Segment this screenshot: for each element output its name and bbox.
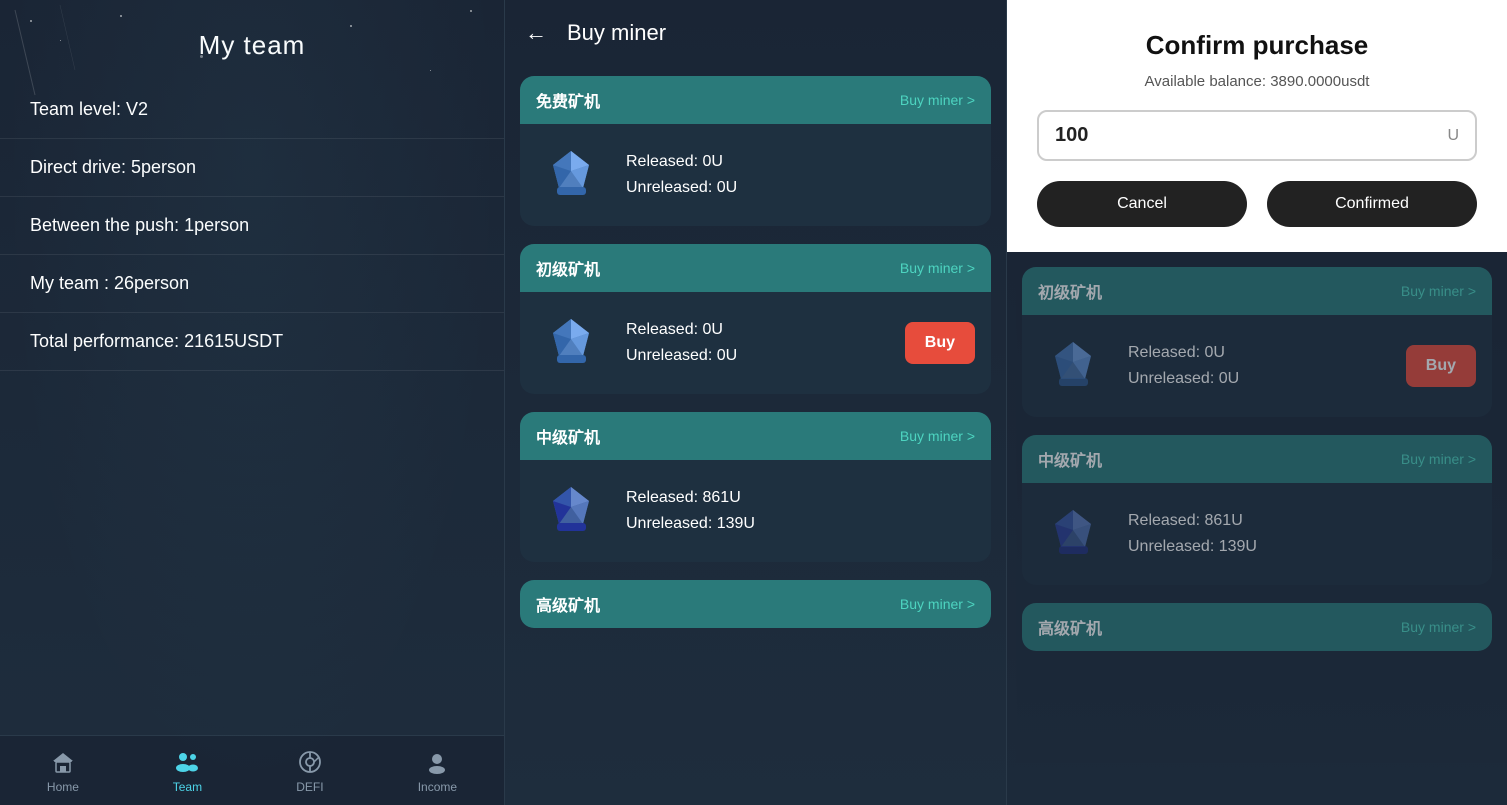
bg-miner-basic-buy-button: Buy bbox=[1406, 345, 1476, 387]
bg-miner-basic-unreleased: Unreleased: 0U bbox=[1128, 370, 1386, 388]
confirm-amount-input[interactable] bbox=[1055, 124, 1447, 147]
stat-total-performance: Total performance: 21615USDT bbox=[0, 313, 504, 371]
miner-advanced-buy-link[interactable]: Buy miner > bbox=[900, 596, 975, 612]
miner-title: Buy miner bbox=[567, 20, 666, 46]
nav-defi[interactable]: DEFI bbox=[296, 748, 324, 794]
bg-miner-basic-header: 初级矿机 Buy miner > bbox=[1022, 267, 1492, 315]
miner-basic-buy-link[interactable]: Buy miner > bbox=[900, 260, 975, 276]
buy-miner-panel: ← Buy miner 免费矿机 Buy miner > bbox=[505, 0, 1007, 805]
bg-miner-basic-body: Released: 0U Unreleased: 0U Buy bbox=[1022, 315, 1492, 417]
bg-miner-mid-unreleased: Unreleased: 139U bbox=[1128, 538, 1476, 556]
miner-card-free: 免费矿机 Buy miner > Released: 0U bbox=[520, 76, 991, 226]
confirm-input-row: U bbox=[1037, 110, 1477, 161]
confirm-title: Confirm purchase bbox=[1037, 30, 1477, 61]
miner-free-released: Released: 0U bbox=[626, 153, 975, 171]
income-icon bbox=[423, 748, 451, 776]
bg-miner-mid-icon bbox=[1038, 499, 1108, 569]
bg-miner-mid-released: Released: 861U bbox=[1128, 512, 1476, 530]
confirm-actions: Cancel Confirmed bbox=[1037, 181, 1477, 227]
bg-miner-advanced-header: 高级矿机 Buy miner > bbox=[1022, 603, 1492, 651]
stat-direct-drive: Direct drive: 5person bbox=[0, 139, 504, 197]
bg-miner-basic-info: Released: 0U Unreleased: 0U bbox=[1128, 344, 1386, 388]
team-icon bbox=[173, 748, 201, 776]
miner-card-advanced-header: 高级矿机 Buy miner > bbox=[520, 580, 991, 628]
stat-my-team: My team : 26person bbox=[0, 255, 504, 313]
nav-income[interactable]: Income bbox=[418, 748, 457, 794]
stat-between-push: Between the push: 1person bbox=[0, 197, 504, 255]
bg-miner-basic-icon bbox=[1038, 331, 1108, 401]
nav-team[interactable]: Team bbox=[173, 748, 202, 794]
miner-mid-info: Released: 861U Unreleased: 139U bbox=[626, 489, 975, 533]
team-title: My team bbox=[0, 0, 504, 81]
nav-income-label: Income bbox=[418, 780, 457, 794]
miner-card-mid-header: 中级矿机 Buy miner > bbox=[520, 412, 991, 460]
miner-card-basic: 初级矿机 Buy miner > Released: 0U bbox=[520, 244, 991, 394]
miner-mid-buy-link[interactable]: Buy miner > bbox=[900, 428, 975, 444]
miner-list: 免费矿机 Buy miner > Released: 0U bbox=[505, 66, 1006, 805]
miner-mid-body: Released: 861U Unreleased: 139U bbox=[520, 460, 991, 562]
confirm-modal: Confirm purchase Available balance: 3890… bbox=[1007, 0, 1507, 252]
confirm-unit: U bbox=[1447, 127, 1459, 145]
bottom-nav: Home Team bbox=[0, 735, 504, 805]
bg-miner-card-advanced: 高级矿机 Buy miner > bbox=[1022, 603, 1492, 651]
bg-miner-advanced-link: Buy miner > bbox=[1401, 619, 1476, 635]
miner-free-icon bbox=[536, 140, 606, 210]
back-button[interactable]: ← bbox=[525, 20, 547, 46]
nav-defi-label: DEFI bbox=[296, 780, 323, 794]
bg-miner-basic-title: 初级矿机 bbox=[1038, 279, 1102, 303]
miner-mid-unreleased: Unreleased: 139U bbox=[626, 515, 975, 533]
bg-miner-basic-released: Released: 0U bbox=[1128, 344, 1386, 362]
miner-basic-title: 初级矿机 bbox=[536, 256, 600, 280]
miner-basic-body: Released: 0U Unreleased: 0U Buy bbox=[520, 292, 991, 394]
team-panel: My team Team level: V2 Direct drive: 5pe… bbox=[0, 0, 505, 805]
bg-miner-mid-link: Buy miner > bbox=[1401, 451, 1476, 467]
miner-mid-released: Released: 861U bbox=[626, 489, 975, 507]
bg-miner-mid-info: Released: 861U Unreleased: 139U bbox=[1128, 512, 1476, 556]
bg-miner-card-basic: 初级矿机 Buy miner > Released: 0U bbox=[1022, 267, 1492, 417]
home-icon bbox=[49, 748, 77, 776]
miner-card-mid: 中级矿机 Buy miner > Released: 861U bbox=[520, 412, 991, 562]
bg-miner-list: 初级矿机 Buy miner > Released: 0U bbox=[1007, 252, 1507, 805]
confirmed-button[interactable]: Confirmed bbox=[1267, 181, 1477, 227]
miner-basic-released: Released: 0U bbox=[626, 321, 885, 339]
miner-mid-title: 中级矿机 bbox=[536, 424, 600, 448]
bg-miner-card-mid: 中级矿机 Buy miner > Released: 861U bbox=[1022, 435, 1492, 585]
miner-card-advanced: 高级矿机 Buy miner > bbox=[520, 580, 991, 628]
miner-free-buy-link[interactable]: Buy miner > bbox=[900, 92, 975, 108]
nav-team-label: Team bbox=[173, 780, 202, 794]
miner-free-unreleased: Unreleased: 0U bbox=[626, 179, 975, 197]
miner-card-basic-header: 初级矿机 Buy miner > bbox=[520, 244, 991, 292]
miner-basic-icon bbox=[536, 308, 606, 378]
bg-miner-advanced-title: 高级矿机 bbox=[1038, 615, 1102, 639]
miner-advanced-title: 高级矿机 bbox=[536, 592, 600, 616]
nav-home[interactable]: Home bbox=[47, 748, 79, 794]
stat-team-level: Team level: V2 bbox=[0, 81, 504, 139]
miner-card-free-header: 免费矿机 Buy miner > bbox=[520, 76, 991, 124]
bg-miner-mid-header: 中级矿机 Buy miner > bbox=[1022, 435, 1492, 483]
miner-basic-buy-button[interactable]: Buy bbox=[905, 322, 975, 364]
miner-free-title: 免费矿机 bbox=[536, 88, 600, 112]
confirm-balance: Available balance: 3890.0000usdt bbox=[1037, 73, 1477, 90]
miner-header: ← Buy miner bbox=[505, 0, 1006, 66]
miner-free-info: Released: 0U Unreleased: 0U bbox=[626, 153, 975, 197]
bg-miner-basic-link: Buy miner > bbox=[1401, 283, 1476, 299]
nav-home-label: Home bbox=[47, 780, 79, 794]
team-stats: Team level: V2 Direct drive: 5person Bet… bbox=[0, 81, 504, 735]
confirm-panel: Confirm purchase Available balance: 3890… bbox=[1007, 0, 1507, 805]
miner-basic-unreleased: Unreleased: 0U bbox=[626, 347, 885, 365]
miner-basic-info: Released: 0U Unreleased: 0U bbox=[626, 321, 885, 365]
bg-miner-mid-title: 中级矿机 bbox=[1038, 447, 1102, 471]
miner-mid-icon bbox=[536, 476, 606, 546]
defi-icon bbox=[296, 748, 324, 776]
cancel-button[interactable]: Cancel bbox=[1037, 181, 1247, 227]
bg-miner-mid-body: Released: 861U Unreleased: 139U bbox=[1022, 483, 1492, 585]
miner-free-body: Released: 0U Unreleased: 0U bbox=[520, 124, 991, 226]
